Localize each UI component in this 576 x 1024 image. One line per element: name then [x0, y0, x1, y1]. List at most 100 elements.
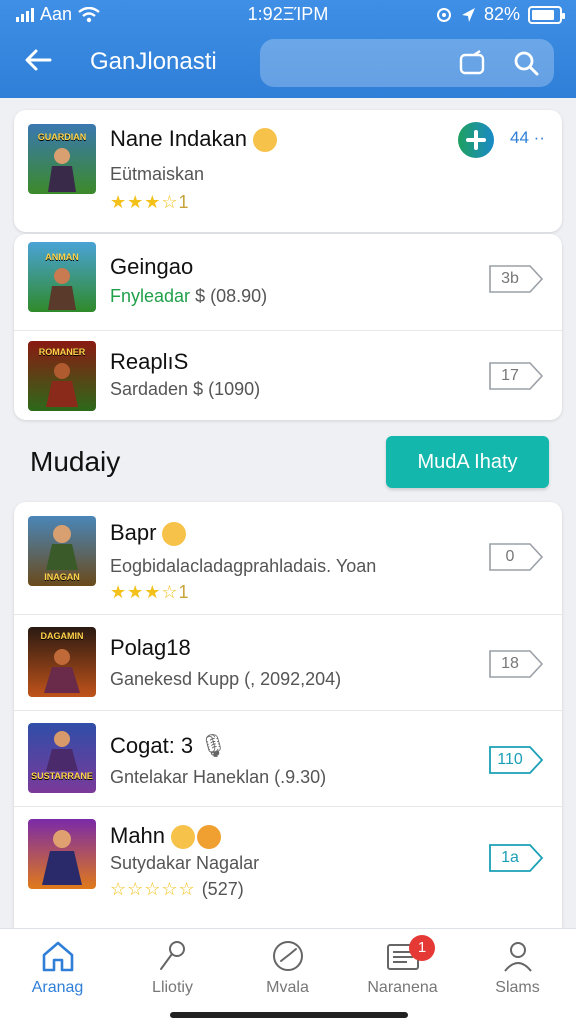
- game-subtitle: Ganekesd Kupp (, 2092,204): [110, 669, 342, 689]
- share-icon[interactable]: [458, 49, 486, 77]
- grin-emoji-icon: [171, 825, 196, 850]
- game-thumbnail: GUARDIAN: [28, 124, 96, 194]
- character-art: [42, 830, 82, 885]
- nav-naranena[interactable]: Naranena 1: [345, 935, 460, 1005]
- pin-icon: [159, 941, 185, 970]
- rating-count: 1: [178, 582, 189, 602]
- list-item[interactable]: GUARDIAN Nane Indakan Eütmaiskan ★★★☆1 4…: [14, 110, 562, 232]
- price-tag-button[interactable]: 3b: [488, 264, 544, 294]
- list-item[interactable]: ROMANER ReaplıS Sardaden $ (1090) 17: [14, 330, 562, 420]
- price-tag-button[interactable]: 110: [488, 745, 544, 775]
- character-art: [48, 148, 76, 192]
- game-name: Cogat: 3 🎙: [110, 733, 227, 759]
- star-rating: ★★★☆1: [110, 192, 189, 212]
- nav-mvala[interactable]: Mvala: [230, 935, 345, 1005]
- game-subtitle: Sardaden $ (1090): [110, 379, 261, 399]
- character-art: [46, 525, 78, 570]
- price-text: $ (08.90): [195, 286, 268, 306]
- list-item[interactable]: INAGAN Bapr Eogbidalacladagprahladais. Y…: [14, 502, 562, 614]
- nav-slams[interactable]: Slams: [460, 935, 575, 1005]
- game-name: ReaplıS: [110, 349, 189, 374]
- add-button[interactable]: [458, 122, 494, 158]
- bottom-navigation: Aranag Lliotiy Mvala Naranena 1 Slams: [0, 928, 576, 1024]
- battery-icon: [528, 5, 565, 24]
- price-tag-button[interactable]: 0: [488, 542, 544, 572]
- home-indicator[interactable]: [170, 1012, 408, 1018]
- nav-lliotiy[interactable]: Lliotiy: [115, 935, 230, 1005]
- game-name: Bapr: [110, 520, 187, 547]
- star-rating: ★★★☆1: [110, 582, 189, 602]
- smile-emoji-icon: [253, 128, 277, 153]
- search-icon[interactable]: [512, 49, 540, 77]
- nav-label: Mvala: [266, 979, 309, 996]
- alarm-icon: [436, 7, 451, 22]
- more-badge[interactable]: 44 ··: [510, 128, 545, 148]
- plus-icon: [466, 130, 486, 150]
- price-tag-button[interactable]: 17: [488, 361, 544, 391]
- game-name-text: Cogat: 3: [110, 733, 194, 758]
- price-tag-button[interactable]: 18: [488, 649, 544, 679]
- page-title: GanJlonasti: [90, 48, 217, 75]
- thumbnail-title: ROMANER: [38, 347, 86, 357]
- search-bar[interactable]: [260, 39, 554, 87]
- list-item[interactable]: Mahn Sutydakar Nagalar ☆☆☆☆☆ (527) 1a: [14, 806, 562, 910]
- tag-label: 110: [497, 751, 523, 768]
- list-item[interactable]: SUSTARRANE Cogat: 3 🎙 Gntelakar Haneklan…: [14, 710, 562, 806]
- star-rating: ☆☆☆☆☆ (527): [110, 879, 244, 899]
- nav-label: Aranag: [31, 979, 84, 996]
- nav-home[interactable]: Aranag: [0, 935, 115, 1005]
- notification-badge: 1: [409, 935, 435, 961]
- game-name-text: Mahn: [110, 823, 166, 848]
- home-icon: [42, 941, 73, 972]
- character-art: [44, 649, 80, 693]
- game-thumbnail: [28, 819, 96, 889]
- game-name: Geingao: [110, 254, 194, 279]
- game-subtitle: Eogbidalacladagprahladais. Yoan: [110, 556, 377, 576]
- list-item[interactable]: ANMAN Geingao Fnyleadar $ (08.90) 3b: [14, 234, 562, 330]
- game-name: Polag18: [110, 635, 191, 660]
- back-button[interactable]: [22, 44, 62, 84]
- app-bar: GanJlonasti: [0, 30, 576, 98]
- thumbnail-title: GUARDIAN: [37, 132, 87, 142]
- thumbnail-title: ANMAN: [45, 252, 79, 262]
- featured-card[interactable]: GUARDIAN Nane Indakan Eütmaiskan ★★★☆1 4…: [14, 110, 562, 232]
- arrow-left-icon: [25, 49, 52, 71]
- tag-label: 0: [505, 548, 515, 565]
- tag-label: 3b: [501, 270, 519, 287]
- price-tag-button[interactable]: 1a: [488, 843, 544, 873]
- compass-icon: [272, 941, 303, 971]
- nav-label: Slams: [495, 979, 540, 996]
- more-dots-icon: ··: [528, 128, 545, 147]
- battery-percent: 82%: [483, 4, 520, 24]
- thumbnail-title: INAGAN: [44, 572, 80, 582]
- app-header: Aan 1:92ΞΊPM 82% GanJlonasti: [0, 0, 576, 98]
- status-bar: Aan 1:92ΞΊPM 82%: [0, 0, 576, 30]
- character-art: [46, 363, 78, 407]
- list-item[interactable]: DAGAMIN Polag18 Ganekesd Kupp (, 2092,20…: [14, 614, 562, 710]
- rating-count: 1: [178, 192, 189, 212]
- character-art: [46, 731, 78, 771]
- section-title: Mudaiy: [30, 446, 121, 477]
- featured-list: ANMAN Geingao Fnyleadar $ (08.90) 3b ROM…: [14, 234, 562, 420]
- game-thumbnail: SUSTARRANE: [28, 723, 96, 793]
- game-list: INAGAN Bapr Eogbidalacladagprahladais. Y…: [14, 502, 562, 928]
- game-thumbnail: ANMAN: [28, 242, 96, 312]
- game-name-text: Nane Indakan: [110, 126, 247, 151]
- game-thumbnail: INAGAN: [28, 516, 96, 586]
- tag-label: 17: [501, 367, 519, 384]
- character-art: [48, 268, 76, 310]
- game-subtitle: Gntelakar Haneklan (.9.30): [110, 767, 327, 787]
- game-name: Mahn: [110, 823, 222, 850]
- thumbnail-title: SUSTARRANE: [31, 771, 93, 781]
- nav-label: Naranena: [367, 979, 438, 996]
- game-subtitle: Sutydakar Nagalar: [110, 853, 260, 873]
- nav-label: Lliotiy: [152, 979, 193, 996]
- game-name-text: Bapr: [110, 520, 157, 545]
- developer-name: Fnyleadar: [110, 286, 191, 306]
- game-thumbnail: ROMANER: [28, 341, 96, 411]
- game-subtitle: Fnyleadar $ (08.90): [110, 286, 267, 307]
- game-name: Nane Indakan: [110, 126, 277, 153]
- section-action-button[interactable]: MudA Ihaty: [386, 436, 549, 488]
- game-subtitle: Eütmaiskan: [110, 164, 205, 184]
- face-emoji-icon: [162, 522, 187, 547]
